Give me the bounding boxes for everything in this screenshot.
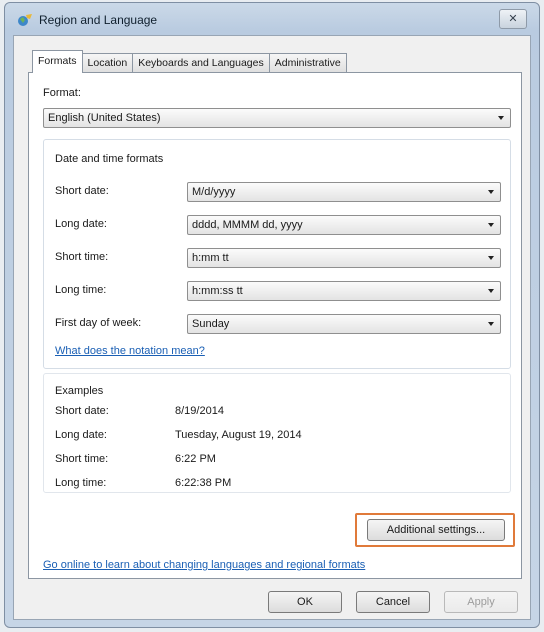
first-day-of-week-label: First day of week: xyxy=(55,317,142,329)
long-time-dropdown[interactable]: h:mm:ss tt xyxy=(187,281,501,301)
example-long-date-label: Long date: xyxy=(55,429,107,441)
date-time-group-label: Date and time formats xyxy=(55,153,164,165)
dialog-client-area: Formats Location Keyboards and Languages… xyxy=(13,35,531,620)
format-label: Format: xyxy=(43,87,81,99)
learn-online-link[interactable]: Go online to learn about changing langua… xyxy=(43,559,365,571)
long-date-dropdown[interactable]: dddd, MMMM dd, yyyy xyxy=(187,215,501,235)
close-button[interactable]: ✕ xyxy=(499,9,527,29)
title-bar: Region and Language ✕ xyxy=(5,3,539,35)
tab-administrative[interactable]: Administrative xyxy=(268,53,347,73)
globe-icon xyxy=(18,14,32,26)
cancel-button[interactable]: Cancel xyxy=(356,591,430,613)
apply-button[interactable]: Apply xyxy=(444,591,518,613)
short-time-format-value: h:mm tt xyxy=(192,252,229,264)
format-dropdown[interactable]: English (United States) xyxy=(43,108,511,128)
short-date-format-value: M/d/yyyy xyxy=(192,186,236,198)
chevron-down-icon xyxy=(498,116,504,120)
formats-panel: Format: English (United States) Date and… xyxy=(28,72,522,579)
first-day-of-week-value: Sunday xyxy=(192,318,230,330)
format-value: English (United States) xyxy=(48,112,161,124)
chevron-down-icon xyxy=(488,223,494,227)
example-short-time-label: Short time: xyxy=(55,453,109,465)
additional-settings-button[interactable]: Additional settings... xyxy=(367,519,505,541)
tab-location[interactable]: Location xyxy=(81,53,134,73)
chevron-down-icon xyxy=(488,289,494,293)
examples-label: Examples xyxy=(55,385,104,397)
short-time-dropdown[interactable]: h:mm tt xyxy=(187,248,501,268)
example-short-date-label: Short date: xyxy=(55,405,109,417)
chevron-down-icon xyxy=(488,322,494,326)
tab-formats[interactable]: Formats xyxy=(32,50,83,73)
example-long-time-label: Long time: xyxy=(55,477,107,489)
tab-strip: Formats Location Keyboards and Languages… xyxy=(32,50,347,73)
region-language-dialog: Region and Language ✕ Formats Location K… xyxy=(4,2,540,628)
chevron-down-icon xyxy=(488,256,494,260)
short-date-dropdown[interactable]: M/d/yyyy xyxy=(187,182,501,202)
short-date-label: Short date: xyxy=(55,185,109,197)
long-date-label: Long date: xyxy=(55,218,107,230)
short-time-label: Short time: xyxy=(55,251,109,263)
long-date-format-value: dddd, MMMM dd, yyyy xyxy=(192,219,303,231)
long-time-label: Long time: xyxy=(55,284,107,296)
example-long-date-value: Tuesday, August 19, 2014 xyxy=(175,429,302,441)
example-short-date-value: 8/19/2014 xyxy=(175,405,224,417)
chevron-down-icon xyxy=(488,190,494,194)
close-icon: ✕ xyxy=(508,13,518,25)
ok-button[interactable]: OK xyxy=(268,591,342,613)
long-time-format-value: h:mm:ss tt xyxy=(192,285,243,297)
first-day-of-week-dropdown[interactable]: Sunday xyxy=(187,314,501,334)
example-long-time-value: 6:22:38 PM xyxy=(175,477,232,489)
tab-keyboards-languages[interactable]: Keyboards and Languages xyxy=(132,53,270,73)
example-short-time-value: 6:22 PM xyxy=(175,453,216,465)
window-title: Region and Language xyxy=(39,13,158,27)
notation-help-link[interactable]: What does the notation mean? xyxy=(55,345,205,357)
